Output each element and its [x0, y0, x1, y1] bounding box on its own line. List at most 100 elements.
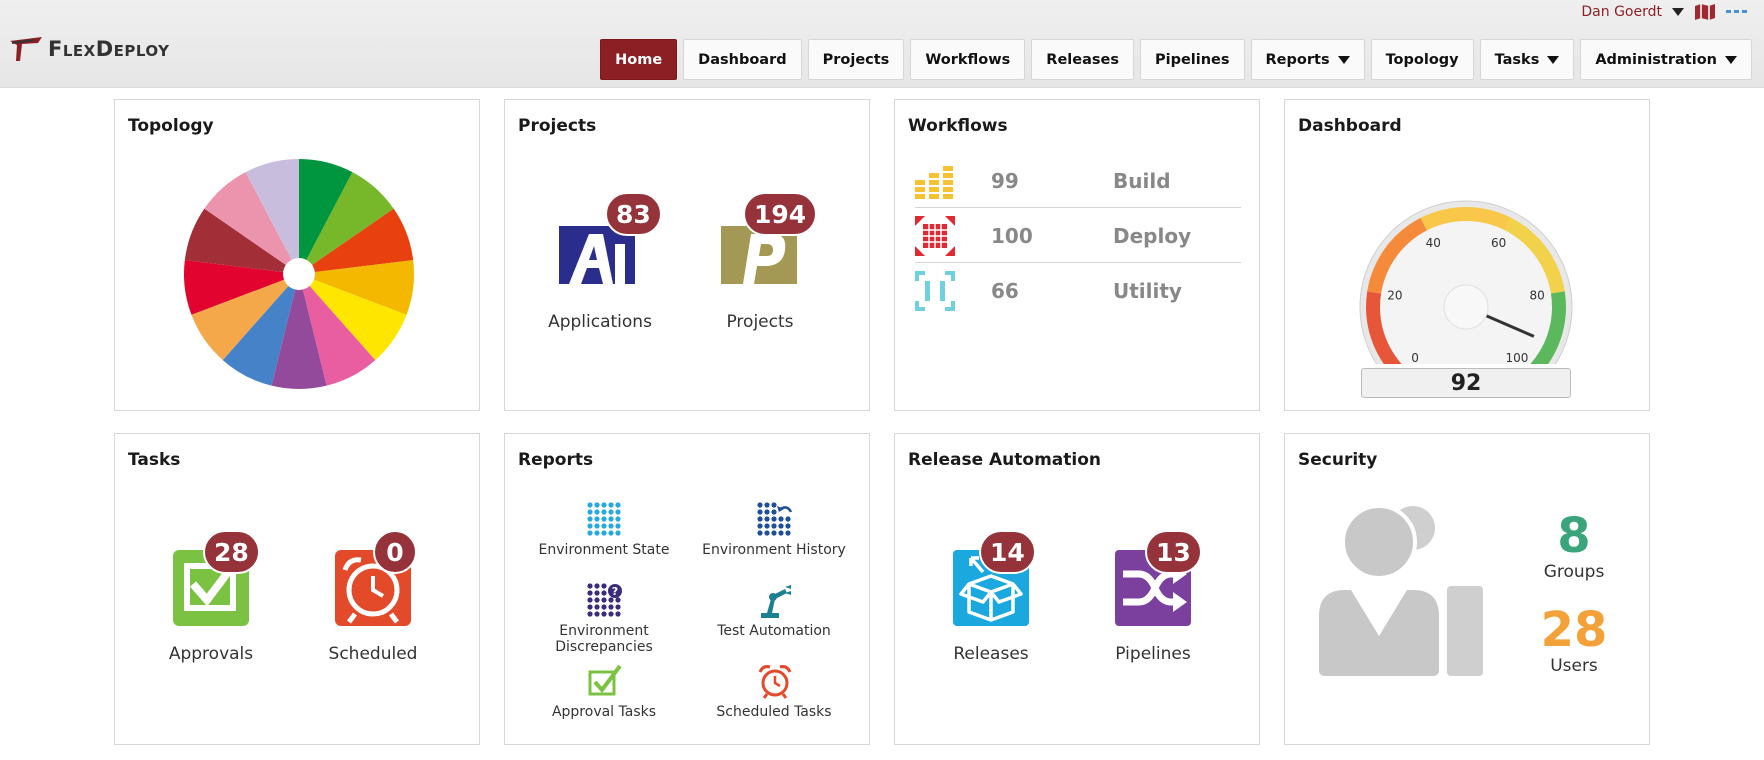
nav-tab-label: Topology [1385, 51, 1459, 68]
flexdeploy-logo[interactable]: FlexDeploy [8, 34, 170, 64]
report-approval-tasks[interactable]: Approval Tasks [514, 664, 694, 724]
applications-count-badge: 83 [605, 192, 662, 236]
scheduled-label[interactable]: Scheduled [313, 644, 433, 664]
robot-arm-icon [761, 585, 791, 618]
security-card: Security 8 Groups 28 Users [1284, 433, 1650, 745]
topology-pie-chart[interactable] [169, 144, 429, 404]
projects-card-title: Projects [518, 116, 597, 136]
nav-tab-pipelines[interactable]: Pipelines [1139, 39, 1245, 80]
releases-count-badge: 14 [979, 530, 1036, 574]
gauge-tick-label: 60 [1491, 236, 1506, 250]
release-automation-card: Release Automation 14 Releases 13 Pipeli… [894, 433, 1260, 745]
nav-tab-label: Pipelines [1154, 51, 1230, 68]
chevron-down-icon [1725, 55, 1737, 64]
nav-tab-label: Dashboard [698, 51, 787, 68]
nav-tab-dashboard[interactable]: Dashboard [683, 39, 802, 80]
workflow-row-build[interactable]: 99 Build [915, 154, 1241, 208]
approvals-count-badge: 28 [203, 530, 260, 574]
build-count: 99 [991, 168, 1019, 193]
projects-count-badge: 194 [743, 192, 818, 236]
topology-card-title: Topology [128, 116, 214, 136]
reports-card-title: Reports [518, 450, 594, 470]
user-area: Dan Goerdt [1581, 1, 1748, 23]
projects-card: Projects 83 Applications 194 Projects [504, 99, 870, 411]
gauge-tick-label: 0 [1411, 351, 1419, 364]
build-icon [915, 165, 953, 199]
user-menu-chevron-down-icon[interactable] [1672, 8, 1684, 16]
nav-tab-reports[interactable]: Reports [1250, 39, 1365, 80]
user-name[interactable]: Dan Goerdt [1581, 4, 1662, 20]
svg-text:?: ? [612, 585, 618, 598]
nav-tab-label: Workflows [925, 51, 1011, 68]
nav-tab-topology[interactable]: Topology [1370, 39, 1474, 80]
nav-tab-label: Reports [1265, 51, 1330, 68]
report-environment-state-label: Environment State [538, 542, 670, 558]
applications-label[interactable]: Applications [535, 312, 665, 332]
dashboard-card: Dashboard 0 20 40 60 80 100 92 [1284, 99, 1650, 411]
report-approval-tasks-label: Approval Tasks [551, 704, 657, 720]
app-header: FlexDeploy Dan Goerdt Home Dashboard Proje… [0, 0, 1764, 88]
report-scheduled-tasks-label: Scheduled Tasks [716, 704, 832, 720]
gauge-tick-label: 40 [1426, 236, 1441, 250]
users-count: 28 [1540, 602, 1608, 658]
utility-label: Utility [1113, 279, 1182, 303]
groups-count: 8 [1557, 508, 1591, 564]
nav-tab-label: Releases [1046, 51, 1119, 68]
pie-center-hole [283, 258, 315, 290]
report-environment-discrepancies-label: Environment Discrepancies [555, 623, 653, 655]
releases-label[interactable]: Releases [931, 644, 1051, 664]
report-environment-state[interactable]: Environment State [514, 502, 694, 562]
build-label: Build [1113, 168, 1171, 193]
approvals-label[interactable]: Approvals [151, 644, 271, 664]
gauge-hub [1443, 284, 1489, 330]
workflow-row-utility[interactable]: 66 Utility [915, 264, 1241, 318]
nav-tab-label: Administration [1595, 51, 1717, 68]
report-environment-discrepancies[interactable]: ? Environment Discrepancies [514, 583, 694, 655]
alarm-clock-icon [758, 665, 792, 699]
nav-tab-projects[interactable]: Projects [807, 39, 905, 80]
nav-tab-releases[interactable]: Releases [1031, 39, 1134, 80]
projects-label[interactable]: Projects [695, 312, 825, 332]
utility-icon [915, 271, 955, 311]
nav-tab-workflows[interactable]: Workflows [910, 39, 1026, 80]
tasks-card-title: Tasks [128, 450, 181, 470]
security-card-title: Security [1298, 450, 1378, 470]
question-grid-icon: ? [587, 583, 622, 617]
nav-tab-home[interactable]: Home [600, 39, 678, 80]
users-label[interactable]: Users [1529, 656, 1619, 676]
nav-tab-label: Projects [822, 51, 890, 68]
gauge-chart[interactable]: 0 20 40 60 80 100 [1351, 192, 1581, 364]
nav-tab-label: Tasks [1494, 51, 1540, 68]
history-icon [757, 502, 793, 536]
topology-card: Topology [114, 99, 480, 411]
nav-tab-label: Home [615, 51, 663, 68]
pipelines-label[interactable]: Pipelines [1093, 644, 1213, 664]
chevron-down-icon [1547, 55, 1560, 64]
chevron-down-icon [1337, 55, 1350, 64]
report-test-automation[interactable]: Test Automation [684, 583, 864, 643]
gauge-tick-label: 80 [1529, 289, 1544, 303]
workflows-card: Workflows 99 Build 100 Deploy 66 Utility [894, 99, 1260, 411]
main-nav: Home Dashboard Projects Workflows Releases Pi… [600, 39, 1752, 80]
groups-label[interactable]: Groups [1529, 562, 1619, 582]
pipelines-count-badge: 13 [1145, 530, 1202, 574]
map-icon[interactable] [1694, 3, 1716, 21]
nav-tab-administration[interactable]: Administration [1580, 39, 1752, 80]
report-environment-history[interactable]: Environment History [684, 502, 864, 562]
reports-card: Reports Environment State Environment Hi… [504, 433, 870, 745]
flexdeploy-logo-icon [10, 37, 42, 61]
nav-tab-tasks[interactable]: Tasks [1479, 39, 1575, 80]
release-automation-card-title: Release Automation [908, 450, 1102, 470]
gauge-tick-label: 20 [1387, 289, 1402, 303]
deploy-label: Deploy [1113, 223, 1192, 248]
workflow-row-deploy[interactable]: 100 Deploy [915, 209, 1241, 263]
grid-icon [587, 502, 621, 536]
users-silhouette-icon[interactable] [1315, 506, 1491, 676]
gauge-value-display: 92 [1361, 368, 1571, 398]
gauge-tick-label: 100 [1505, 351, 1528, 364]
report-environment-history-label: Environment History [702, 542, 846, 558]
menu-dots-icon[interactable] [1726, 6, 1748, 18]
scheduled-count-badge: 0 [373, 530, 417, 574]
utility-count: 66 [991, 279, 1019, 303]
report-scheduled-tasks[interactable]: Scheduled Tasks [684, 664, 864, 724]
